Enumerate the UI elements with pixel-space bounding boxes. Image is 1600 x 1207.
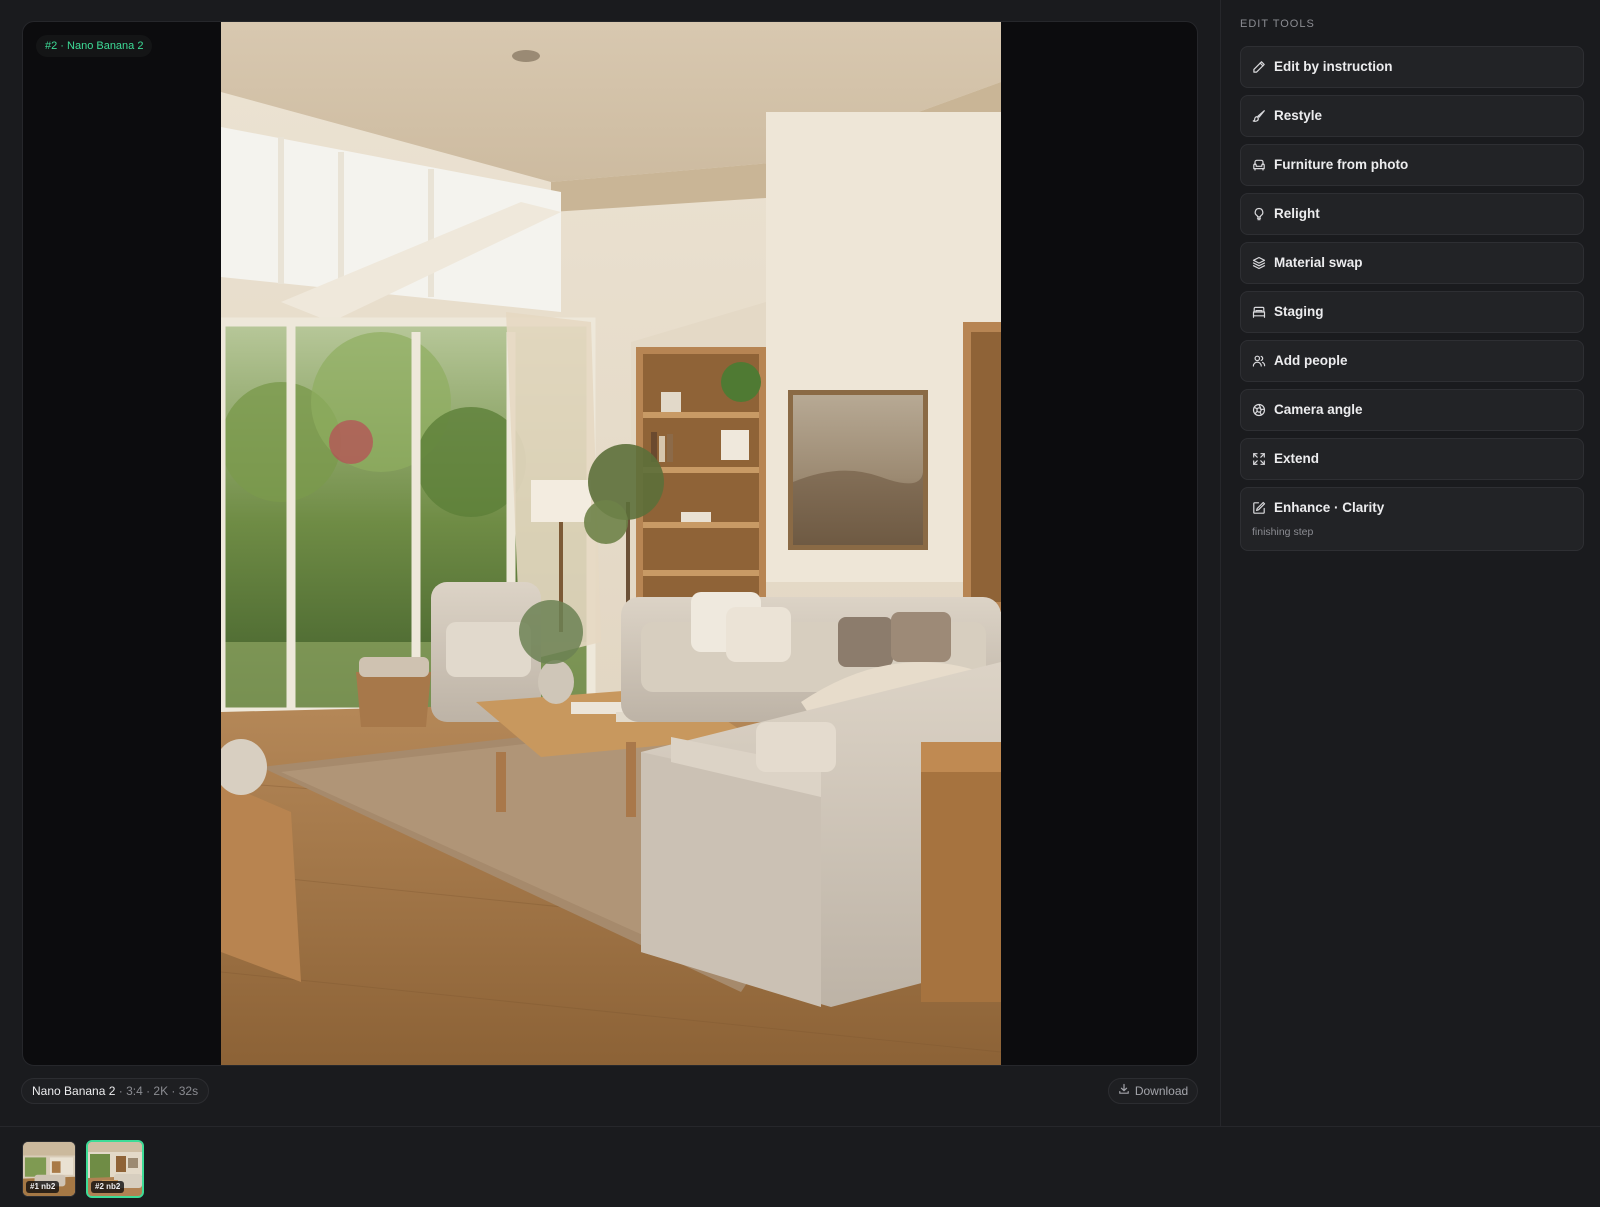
- history-label: #1 nb2: [26, 1181, 60, 1193]
- tool-camera-angle[interactable]: Camera angle: [1240, 389, 1584, 431]
- tool-add-people[interactable]: Add people: [1240, 340, 1584, 382]
- edit-tools-title: EDIT TOOLS: [1240, 18, 1315, 30]
- tool-sublabel: finishing step: [1252, 526, 1314, 538]
- pencil-icon: [1252, 60, 1266, 74]
- living-room-illustration: [221, 22, 1001, 1065]
- tool-edit-by-instruction[interactable]: Edit by instruction: [1240, 46, 1584, 88]
- generation-badge: #2 · Nano Banana 2: [36, 35, 153, 57]
- download-button[interactable]: Download: [1108, 1078, 1198, 1104]
- model-name: Nano Banana 2: [32, 1084, 116, 1098]
- tool-enhance-clarity[interactable]: Enhance · Clarity finishing step: [1240, 487, 1584, 551]
- tool-restyle[interactable]: Restyle: [1240, 95, 1584, 137]
- history-strip: #1 nb2 #2 nb2: [0, 1126, 1600, 1207]
- tool-material-swap[interactable]: Material swap: [1240, 242, 1584, 284]
- tool-label: Restyle: [1274, 108, 1323, 123]
- main-panel: #2 · Nano Banana 2 Nano Banana 2 · 3:4 ·…: [0, 0, 1220, 1126]
- download-label: Download: [1134, 1084, 1189, 1098]
- tool-label: Edit by instruction: [1274, 59, 1393, 74]
- tool-extend[interactable]: Extend: [1240, 438, 1584, 480]
- tool-label: Camera angle: [1274, 402, 1363, 417]
- history-thumbnail-1[interactable]: #1 nb2: [22, 1141, 76, 1197]
- tool-label: Relight: [1274, 206, 1320, 221]
- generation-details: · 3:4 · 2K · 32s: [115, 1084, 199, 1098]
- tool-label: Furniture from photo: [1274, 157, 1409, 172]
- history-label: #2 nb2: [91, 1181, 125, 1193]
- camera-aperture-icon: [1252, 403, 1266, 417]
- app-root: #2 · Nano Banana 2 Nano Banana 2 · 3:4 ·…: [0, 0, 1600, 1207]
- tool-furniture-from-photo[interactable]: Furniture from photo: [1240, 144, 1584, 186]
- edit-tools-sidebar: EDIT TOOLS Edit by instruction Restyle F…: [1220, 0, 1600, 1126]
- enhance-icon: [1252, 501, 1266, 515]
- image-viewer: #2 · Nano Banana 2: [22, 21, 1198, 1066]
- armchair-icon: [1252, 158, 1266, 172]
- tool-label: Extend: [1274, 451, 1320, 466]
- lightbulb-icon: [1252, 207, 1266, 221]
- expand-icon: [1252, 452, 1266, 466]
- tool-label: Material swap: [1274, 255, 1363, 270]
- generated-image[interactable]: [221, 22, 1001, 1065]
- users-icon: [1252, 354, 1266, 368]
- model-info-pill: Nano Banana 2 · 3:4 · 2K · 32s: [21, 1078, 210, 1104]
- tool-label: Add people: [1274, 353, 1348, 368]
- tool-label: Enhance · Clarity: [1274, 500, 1385, 515]
- layers-icon: [1252, 256, 1266, 270]
- download-icon: [1118, 1079, 1130, 1103]
- edit-tools-list: Edit by instruction Restyle Furniture fr…: [1240, 46, 1584, 558]
- bed-icon: [1252, 305, 1266, 319]
- tool-relight[interactable]: Relight: [1240, 193, 1584, 235]
- tool-label: Staging: [1274, 304, 1324, 319]
- paint-brush-icon: [1252, 109, 1266, 123]
- history-thumbnail-2-selected[interactable]: #2 nb2: [86, 1140, 144, 1198]
- tool-staging[interactable]: Staging: [1240, 291, 1584, 333]
